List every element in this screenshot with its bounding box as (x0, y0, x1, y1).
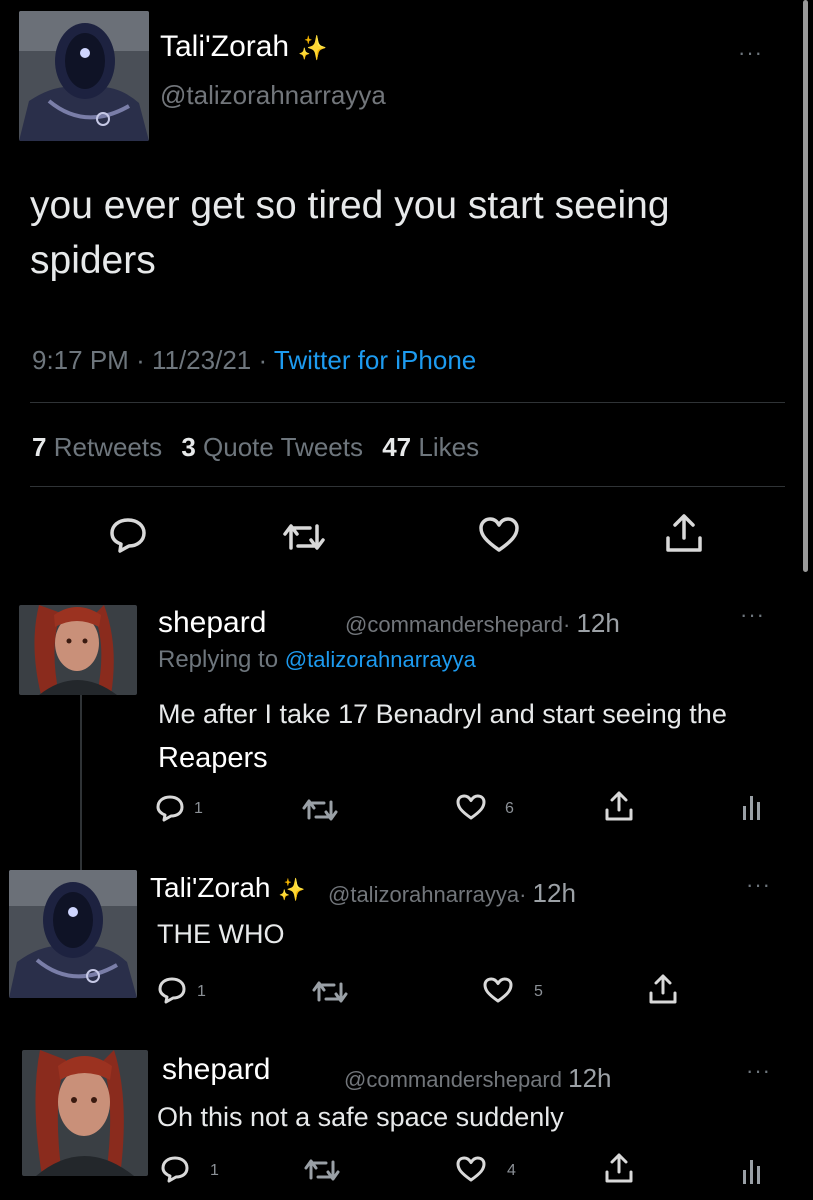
heart-icon[interactable] (455, 1155, 487, 1183)
more-icon[interactable]: ··· (740, 604, 765, 626)
shepard-avatar-image (22, 1050, 148, 1176)
main-tweet: Tali'Zorah ✨ @talizorahnarrayya ··· you … (0, 0, 813, 578)
avatar[interactable] (9, 870, 137, 998)
analytics-icon[interactable] (741, 1156, 763, 1186)
replying-to-handle[interactable]: @talizorahnarrayya (285, 647, 476, 672)
author-name[interactable]: Tali'Zorah ✨ (160, 30, 327, 64)
heart-icon[interactable] (478, 516, 520, 554)
author-handle[interactable]: @commandershepard 12h (344, 1063, 612, 1094)
avatar[interactable] (22, 1050, 148, 1176)
heart-icon[interactable] (482, 976, 514, 1004)
reply-age: 12h (568, 1063, 612, 1093)
analytics-icon[interactable] (741, 792, 763, 822)
author-handle[interactable]: @talizorahnarrayya (160, 80, 386, 111)
tweet-source-link[interactable]: Twitter for iPhone (274, 345, 476, 375)
retweet-icon[interactable] (304, 1157, 340, 1183)
avatar[interactable] (19, 605, 137, 695)
talizorah-avatar-image (19, 11, 149, 141)
tweet-time: 9:17 PM (32, 345, 129, 375)
reply-text: Oh this not a safe space suddenly (157, 1102, 564, 1132)
talizorah-avatar-image (9, 870, 137, 998)
divider (30, 486, 785, 487)
reply-age: 12h (576, 608, 620, 638)
scrollbar[interactable] (803, 0, 808, 572)
tweet-meta: 9:17 PM · 11/23/21 · Twitter for iPhone (32, 345, 477, 375)
retweets-stat[interactable]: 7 Retweets (32, 432, 162, 462)
divider (30, 402, 785, 403)
like-count: 4 (507, 1162, 516, 1179)
sparkles-icon: ✨ (297, 35, 328, 62)
reply-count: 1 (210, 1162, 219, 1179)
reply-text: Me after I take 17 Benadryl and start se… (158, 699, 727, 774)
likes-stat[interactable]: 47 Likes (382, 432, 479, 462)
share-icon[interactable] (604, 790, 634, 822)
author-handle[interactable]: @commandershepard· 12h (345, 608, 620, 639)
more-icon[interactable]: ··· (746, 1060, 771, 1082)
reply-icon[interactable] (157, 976, 187, 1004)
reply-icon[interactable] (155, 794, 185, 822)
heart-icon[interactable] (455, 793, 487, 821)
reply-icon[interactable] (160, 1155, 190, 1183)
reply-icon[interactable] (108, 516, 148, 554)
quotes-stat[interactable]: 3 Quote Tweets (181, 432, 363, 462)
reply-count: 1 (197, 983, 206, 1000)
share-icon[interactable] (664, 512, 704, 554)
reply-count: 1 (194, 800, 203, 817)
retweet-icon[interactable] (302, 797, 338, 823)
thread-line (80, 695, 82, 875)
author-name[interactable]: shepard (162, 1053, 270, 1087)
tweet-date: 11/23/21 (151, 345, 252, 375)
tweet-stats: 7 Retweets 3 Quote Tweets 47 Likes (32, 432, 479, 463)
sparkles-icon: ✨ (278, 877, 306, 902)
tweet-text: you ever get so tired you start seeing s… (30, 184, 670, 282)
author-name[interactable]: Tali'Zorah ✨ (150, 872, 306, 904)
retweet-icon[interactable] (282, 520, 326, 554)
like-count: 5 (534, 983, 543, 1000)
like-count: 6 (505, 800, 514, 817)
more-icon[interactable]: ··· (738, 42, 763, 64)
share-icon[interactable] (648, 973, 678, 1005)
reply-text: THE WHO (157, 919, 285, 949)
share-icon[interactable] (604, 1152, 634, 1184)
shepard-avatar-image (19, 605, 137, 695)
author-handle[interactable]: @talizorahnarrayya· 12h (328, 878, 576, 909)
more-icon[interactable]: ··· (746, 874, 771, 896)
reply-age: 12h (532, 878, 576, 908)
replying-to: Replying to @talizorahnarrayya (158, 646, 476, 673)
avatar[interactable] (19, 11, 149, 141)
retweet-icon[interactable] (312, 979, 348, 1005)
author-name[interactable]: shepard (158, 606, 266, 640)
